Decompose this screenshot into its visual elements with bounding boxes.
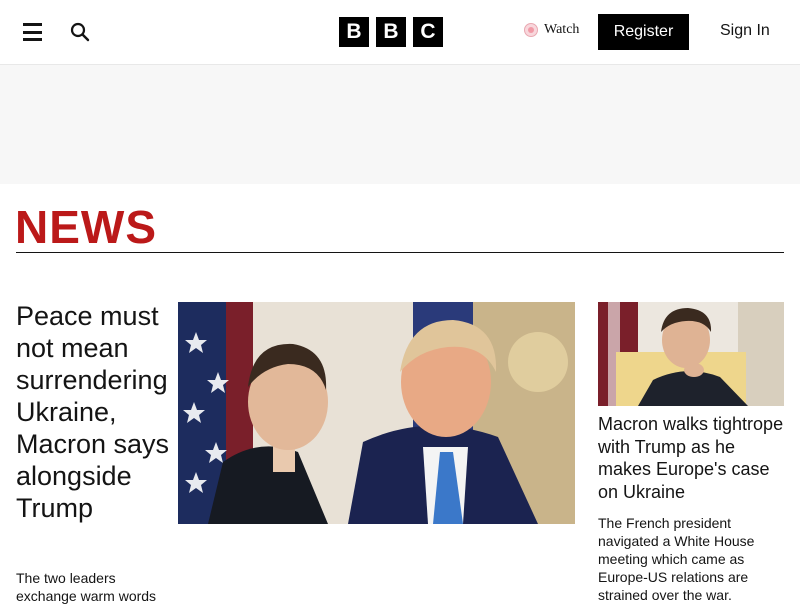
side-story-image[interactable] <box>598 302 784 406</box>
section-title[interactable]: NEWS <box>15 200 157 254</box>
side-story-headline[interactable]: Macron walks tightrope with Trump as he … <box>598 413 788 503</box>
menu-icon[interactable] <box>23 23 42 41</box>
lead-story-headline[interactable]: Peace must not mean surrendering Ukraine… <box>16 300 176 524</box>
logo-letter: B <box>376 17 406 47</box>
sign-in-link[interactable]: Sign In <box>720 22 770 40</box>
watch-link[interactable]: Watch <box>524 22 579 38</box>
logo-letter: B <box>339 17 369 47</box>
register-button[interactable]: Register <box>598 14 689 50</box>
site-header: B B C Watch Register Sign In <box>0 0 800 65</box>
logo-letter: C <box>413 17 443 47</box>
lead-story-image[interactable] <box>178 302 575 524</box>
section-divider <box>16 252 784 253</box>
watch-label: Watch <box>544 22 580 37</box>
bbc-logo[interactable]: B B C <box>339 17 443 47</box>
advert-placeholder <box>0 65 800 184</box>
search-icon[interactable] <box>70 22 90 42</box>
side-story-summary: The French president navigated a White H… <box>598 515 755 603</box>
watch-icon <box>524 23 538 37</box>
